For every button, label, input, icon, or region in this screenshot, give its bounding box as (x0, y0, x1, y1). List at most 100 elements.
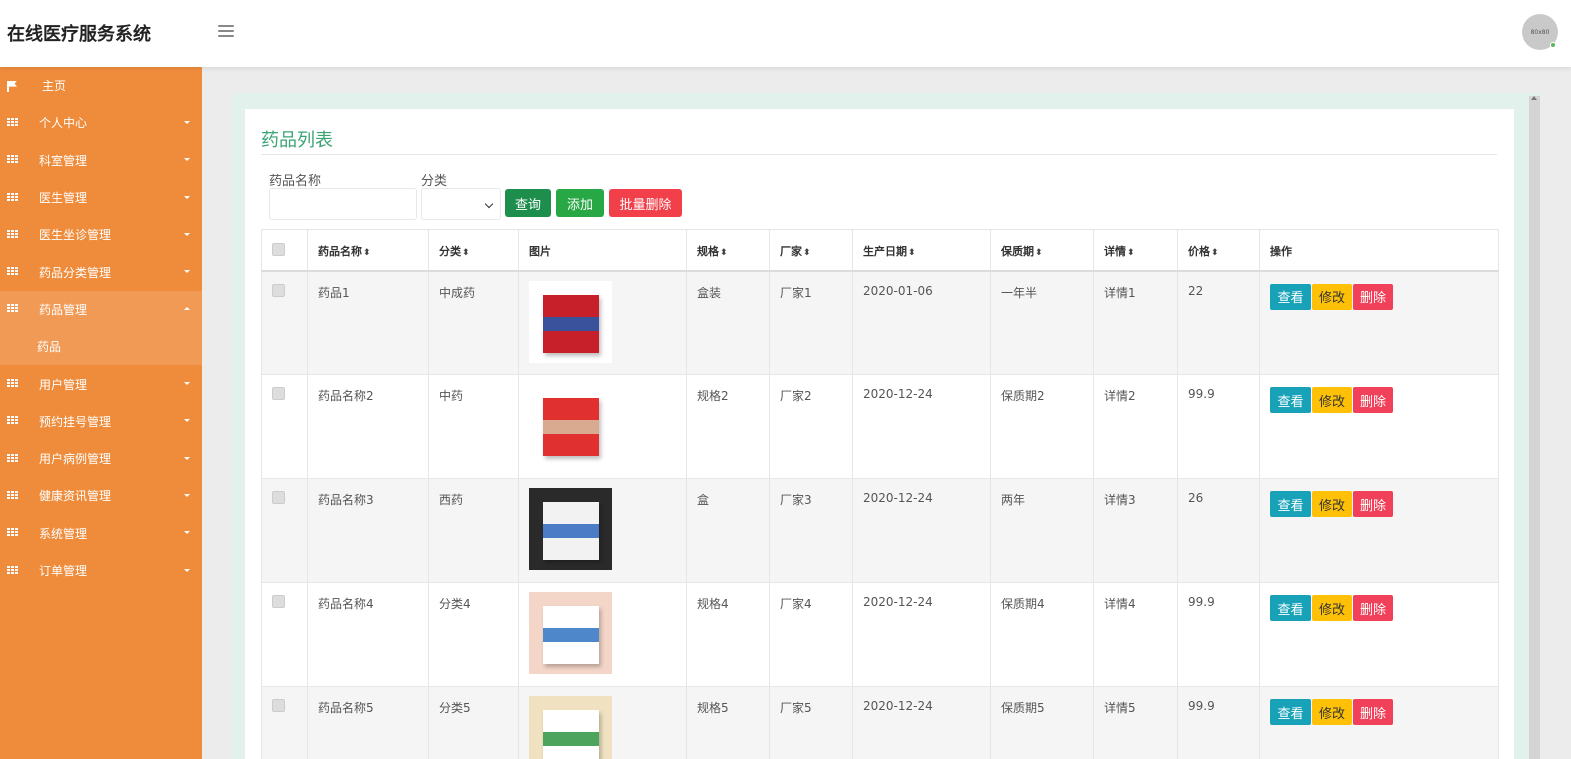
caret-down-icon (184, 456, 190, 460)
sidebar-item[interactable]: 健康资讯管理 (0, 477, 202, 514)
row-checkbox[interactable] (272, 387, 285, 400)
sort-icon[interactable]: ⬍ (908, 248, 916, 258)
view-button[interactable]: 查看 (1270, 387, 1311, 413)
cell-detail: 详情4 (1093, 582, 1178, 687)
actions-cell: 查看 修改 删除 (1259, 478, 1499, 583)
sidebar-item[interactable]: 药品分类管理 (0, 253, 202, 290)
table-row: 药品名称5 分类5 规格5 厂家5 2020-12-24 保质期5 详情5 99.9 查看 修改删… (261, 686, 1499, 759)
delete-button[interactable]: 删除 (1353, 491, 1393, 517)
column-header[interactable]: 分类⬍ (428, 229, 519, 271)
cell-category: 分类5 (428, 686, 519, 759)
edit-button[interactable]: 修改 (1312, 283, 1352, 310)
sidebar-item-label: 科室管理 (39, 153, 88, 168)
sort-icon[interactable]: ⬍ (1211, 248, 1219, 258)
sidebar-item[interactable]: 主页 (0, 67, 202, 104)
row-checkbox[interactable] (272, 283, 285, 297)
delete-button[interactable]: 删除 (1353, 595, 1393, 621)
cell-price: 99.9 (1177, 686, 1260, 759)
select-all-cell (261, 229, 308, 271)
column-header[interactable]: 详情⬍ (1093, 229, 1178, 271)
view-button[interactable]: 查看 (1270, 595, 1311, 621)
sidebar-item[interactable]: 科室管理 (0, 142, 202, 179)
caret-down-icon (184, 195, 190, 199)
sidebar-item[interactable]: 系统管理 (0, 515, 202, 552)
sort-icon[interactable]: ⬍ (1035, 248, 1043, 258)
column-header[interactable]: 价格⬍ (1177, 229, 1260, 271)
drug-thumbnail[interactable] (529, 384, 612, 466)
sidebar-item-label: 用户管理 (39, 377, 88, 392)
sidebar-item[interactable]: 医生管理 (0, 179, 202, 216)
delete-button[interactable]: 删除 (1353, 387, 1393, 413)
table-row: 药品名称2 中药 规格2 厂家2 2020-12-24 保质期2 详情2 99.9 查看 修改 删除 (261, 374, 1499, 479)
sidebar-item[interactable]: 医生坐诊管理 (0, 216, 202, 253)
table-row: 药品名称4 分类4 规格4 厂家4 2020-12-24 保质期4 详情4 99.9 查看 修改删… (261, 582, 1499, 687)
sidebar-item[interactable]: 用户病例管理 (0, 440, 202, 477)
column-header[interactable]: 厂家⬍ (769, 229, 853, 271)
row-checkbox[interactable] (272, 491, 285, 504)
image-cell (518, 686, 687, 759)
sort-icon[interactable]: ⬍ (1127, 248, 1135, 258)
column-header[interactable]: 药品名称⬍ (307, 229, 429, 271)
cell-name: 药品名称2 (307, 374, 429, 479)
cell-maker: 厂家4 (769, 582, 853, 687)
delete-button[interactable]: 删除 (1353, 283, 1393, 310)
row-checkbox[interactable] (272, 699, 285, 712)
title-divider (261, 154, 1497, 155)
column-header: 操作 (1259, 229, 1499, 271)
edit-button[interactable]: 修改 (1312, 491, 1352, 517)
cell-category: 分类4 (428, 582, 519, 687)
image-cell (518, 270, 687, 375)
cell-price: 99.9 (1177, 582, 1260, 687)
edit-button[interactable]: 修改 (1312, 699, 1352, 725)
sidebar-item[interactable]: 药品管理 (0, 290, 202, 329)
page-title: 药品列表 (261, 130, 333, 151)
column-header-label: 规格 (697, 245, 719, 258)
drug-thumbnail[interactable] (529, 488, 612, 570)
drug-thumbnail[interactable] (529, 592, 612, 674)
view-button[interactable]: 查看 (1270, 491, 1311, 517)
sidebar-subitem-drug[interactable]: 药品 (0, 328, 202, 366)
sidebar-item-label: 医生管理 (39, 191, 88, 206)
scrollbar[interactable] (1529, 96, 1540, 759)
sort-icon[interactable]: ⬍ (363, 248, 371, 258)
drug-thumbnail[interactable] (529, 280, 612, 363)
cell-category: 中药 (428, 374, 519, 479)
sidebar-item[interactable]: 用户管理 (0, 365, 202, 402)
sidebar-item-label: 健康资讯管理 (39, 489, 112, 504)
edit-button[interactable]: 修改 (1312, 387, 1352, 413)
hamburger-menu-icon[interactable] (218, 25, 234, 39)
sort-icon[interactable]: ⬍ (462, 248, 470, 258)
delete-button[interactable]: 删除 (1353, 699, 1393, 725)
cell-spec: 规格4 (686, 582, 770, 687)
column-header[interactable]: 生产日期⬍ (852, 229, 991, 271)
column-header[interactable]: 保质期⬍ (990, 229, 1094, 271)
category-filter-label: 分类 (421, 174, 448, 189)
cell-date: 2020-12-24 (852, 478, 991, 583)
sidebar-item[interactable]: 个人中心 (0, 104, 202, 141)
row-checkbox[interactable] (272, 595, 285, 608)
caret-down-icon (184, 232, 190, 236)
query-button[interactable]: 查询 (505, 189, 551, 217)
grid-icon (7, 528, 19, 538)
batch-delete-button[interactable]: 批量删除 (609, 189, 682, 217)
sort-icon[interactable]: ⬍ (803, 248, 811, 258)
drug-thumbnail[interactable] (529, 696, 612, 759)
view-button[interactable]: 查看 (1270, 283, 1311, 310)
table-header-row: 药品名称⬍ 分类⬍ 图片 规格⬍ 厂家⬍ 生产日期⬍ 保质期⬍ 详情⬍ 价格⬍ 操作 (261, 229, 1499, 271)
cell-detail: 详情3 (1093, 478, 1178, 583)
view-button[interactable]: 查看 (1270, 699, 1311, 725)
category-select[interactable] (421, 188, 501, 220)
sidebar-item[interactable]: 预约挂号管理 (0, 403, 202, 440)
scroll-up-icon[interactable] (1531, 96, 1537, 100)
add-button[interactable]: 添加 (556, 189, 604, 217)
column-header[interactable]: 规格⬍ (686, 229, 770, 271)
sidebar-item[interactable]: 订单管理 (0, 552, 202, 589)
cell-price: 26 (1177, 478, 1260, 583)
app-title: 在线医疗服务系统 (7, 24, 151, 45)
edit-button[interactable]: 修改 (1312, 595, 1352, 621)
sidebar-item-label: 药品管理 (39, 302, 88, 317)
cell-spec: 盒装 (686, 270, 770, 375)
sort-icon[interactable]: ⬍ (720, 248, 728, 258)
drug-name-input[interactable] (269, 188, 417, 220)
select-all-checkbox[interactable] (272, 243, 285, 256)
